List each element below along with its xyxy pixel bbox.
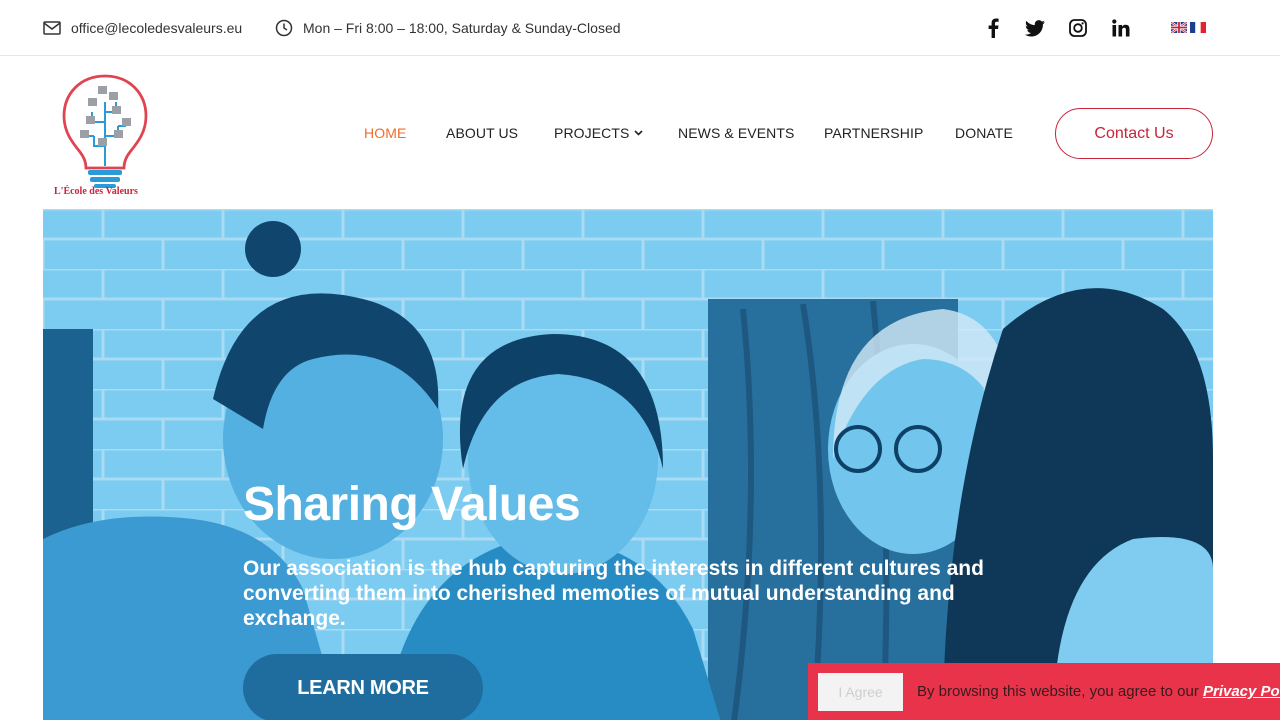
hero-description: Our association is the hub capturing the…	[243, 557, 984, 630]
nav-partnership-label: PARTNERSHIP	[824, 125, 924, 141]
contact-us-button[interactable]: Contact Us	[1055, 108, 1213, 159]
nav-donate[interactable]: DONATE	[955, 108, 1013, 158]
hours-text: Mon – Fri 8:00 – 18:00, Saturday & Sunda…	[303, 20, 621, 36]
cookie-text: By browsing this website, you agree to o…	[917, 683, 1203, 700]
top-bar: office@lecoledesvaleurs.eu Mon – Fri 8:0…	[0, 0, 1280, 56]
nav-donate-label: DONATE	[955, 125, 1013, 141]
linkedin-icon[interactable]	[1108, 15, 1134, 41]
cookie-message: By browsing this website, you agree to o…	[917, 683, 1280, 700]
instagram-icon[interactable]	[1065, 15, 1091, 41]
nav-about-us[interactable]: ABOUT US	[446, 108, 518, 158]
agree-button[interactable]: I Agree	[818, 672, 903, 711]
logo-text: L'École des Valeurs	[54, 186, 138, 197]
hero-photo	[43, 209, 1213, 720]
nav-projects-label: PROJECTS	[554, 125, 630, 141]
privacy-policy-link[interactable]: Privacy Policy	[1203, 683, 1280, 700]
french-flag-icon[interactable]	[1190, 22, 1206, 33]
nav-partnership[interactable]: PARTNERSHIP	[824, 108, 923, 158]
email-text[interactable]: office@lecoledesvaleurs.eu	[71, 20, 242, 36]
nav-about-us-label: ABOUT US	[446, 125, 519, 141]
nav-projects[interactable]: PROJECTS	[554, 108, 644, 158]
learn-more-button[interactable]: LEARN MORE	[243, 654, 483, 720]
cookie-consent-bar: I Agree By browsing this website, you ag…	[808, 663, 1280, 720]
nav-home[interactable]: HOME	[364, 108, 406, 158]
facebook-icon[interactable]	[980, 15, 1006, 41]
nav-news-events-label: NEWS & EVENTS	[678, 125, 795, 141]
hero-banner: Sharing Values Our association is the hu…	[43, 209, 1213, 720]
mail-icon	[43, 21, 61, 35]
nav-news-events[interactable]: NEWS & EVENTS	[678, 108, 794, 158]
site-logo[interactable]	[50, 72, 160, 202]
hero-title: Sharing Values	[243, 478, 581, 531]
uk-flag-icon[interactable]	[1171, 22, 1187, 33]
nav-home-label: HOME	[364, 125, 407, 141]
twitter-icon[interactable]	[1022, 15, 1048, 41]
hours-info: Mon – Fri 8:00 – 18:00, Saturday & Sunda…	[275, 0, 621, 56]
language-switcher	[1171, 22, 1206, 33]
chevron-down-icon	[634, 130, 644, 136]
clock-icon	[275, 19, 293, 37]
email-info[interactable]: office@lecoledesvaleurs.eu	[43, 0, 242, 56]
